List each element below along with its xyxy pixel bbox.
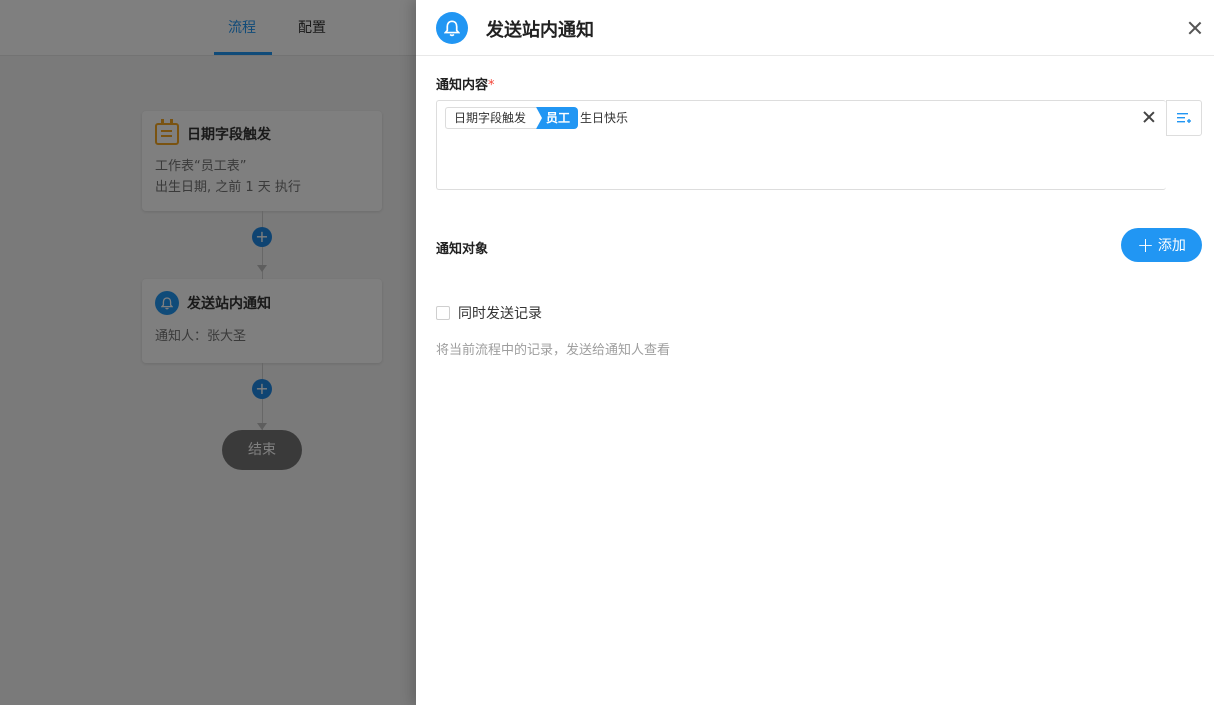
chip-source: 日期字段触发: [445, 107, 537, 129]
drawer-header: 发送站内通知: [416, 0, 1214, 56]
chip-field: 员工: [536, 107, 579, 129]
plus-icon: +: [1137, 233, 1154, 257]
send-record-checkbox[interactable]: [436, 306, 450, 320]
content-editor[interactable]: 日期字段触发 员工 生日快乐: [436, 100, 1166, 190]
field-list-icon: [1177, 113, 1191, 123]
bell-icon: [436, 12, 468, 44]
content-text: 生日快乐: [580, 111, 629, 125]
required-mark: *: [488, 78, 495, 93]
send-record-hint: 将当前流程中的记录，发送给通知人查看: [436, 343, 671, 358]
notification-drawer: 发送站内通知 通知内容* 日期字段触发 员工 生日快乐 通知对象 + 添加 同时…: [416, 0, 1214, 705]
content-label-text: 通知内容: [436, 78, 489, 93]
target-label: 通知对象: [436, 242, 489, 257]
add-target-button[interactable]: + 添加: [1121, 228, 1202, 262]
drawer-title: 发送站内通知: [486, 20, 594, 41]
clear-icon[interactable]: [1143, 111, 1155, 123]
add-button-label: 添加: [1157, 238, 1186, 254]
field-chip[interactable]: 日期字段触发 员工 生日快乐: [445, 107, 628, 129]
content-label: 通知内容*: [436, 74, 495, 93]
close-icon[interactable]: [1188, 21, 1202, 35]
send-record-option[interactable]: 同时发送记录: [436, 303, 542, 323]
send-record-label[interactable]: 同时发送记录: [458, 303, 542, 323]
insert-field-button[interactable]: [1166, 100, 1202, 136]
